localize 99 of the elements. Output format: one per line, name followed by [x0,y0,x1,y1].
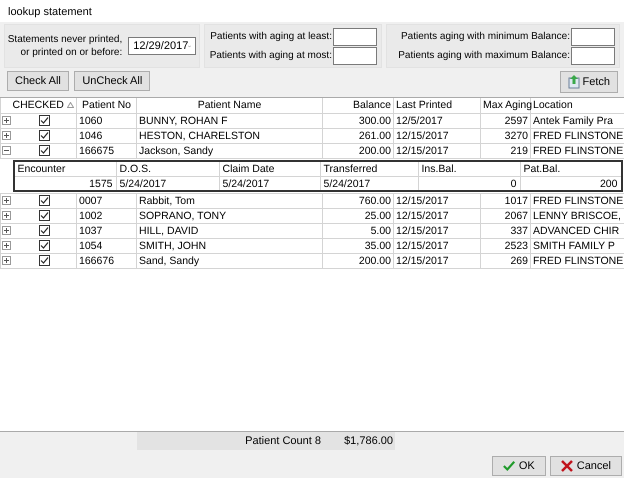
column-header[interactable]: CHECKED [12,99,64,112]
column-header[interactable]: Patient Name [136,98,322,113]
field-label: Patients aging with minimum Balance: [401,30,570,44]
expand-icon[interactable] [2,256,11,266]
table-cell: 12/15/2017 [394,208,480,223]
table-cell: Rabbit, Tom [136,193,322,208]
table-cell: HESTON, CHARELSTON [136,128,322,143]
table-cell: 1002 [76,208,136,223]
table-cell: 1575 [14,176,116,190]
cancel-button[interactable]: Cancel [550,456,622,476]
checked-checkbox[interactable] [38,145,50,156]
table-cell: 5/24/2017 [320,176,418,190]
table-cell: 12/15/2017 [394,143,480,158]
column-header: Pat.Bal. [520,162,620,176]
table-cell: 1060 [76,113,136,128]
table-cell: Jackson, Sandy [136,143,322,158]
table-cell: 269 [480,253,530,268]
table-cell: 12/15/2017 [394,223,480,238]
checkmark-icon [502,460,515,472]
table-cell: 12/15/2017 [394,193,480,208]
column-header[interactable]: Location [530,98,624,113]
column-header[interactable]: Balance [322,98,394,113]
input-field[interactable] [333,28,377,46]
checked-checkbox[interactable] [38,255,50,266]
column-header[interactable]: Last Printed [394,98,480,113]
expand-icon[interactable] [2,226,11,236]
table-cell: 166675 [76,143,136,158]
column-header: D.O.S. [116,162,218,176]
input-field[interactable] [571,46,615,64]
table-cell: 166676 [76,253,136,268]
column-header: Ins.Bal. [418,162,520,176]
column-header: Encounter [16,162,66,176]
checked-checkbox[interactable] [38,195,50,206]
ok-button[interactable]: OK [492,456,546,476]
table-cell: Antek Family Pra [530,113,624,128]
expand-icon[interactable] [2,131,11,140]
table-cell: 12/15/2017 [394,253,480,268]
table-cell: 300.00 [322,113,394,128]
date-picker[interactable]: 12/29/2017 [128,37,196,55]
table-cell: SMITH, JOHN [136,238,322,253]
checked-checkbox[interactable] [38,210,50,222]
table-cell: 5/24/2017 [116,176,218,190]
column-header[interactable]: Patient No [76,98,136,113]
table-cell: 200.00 [322,143,394,158]
table-cell: 12/15/2017 [394,238,480,253]
date-label: or printed on or before: [20,46,122,59]
checked-checkbox[interactable] [38,115,50,126]
window-title: lookup statement [8,6,92,18]
table-cell: 337 [480,223,530,238]
table-cell: 2067 [480,208,530,223]
table-cell: 200.00 [322,253,394,268]
fetch-button[interactable]: Fetch [560,71,618,93]
sort-triangle-icon [66,102,74,108]
total-balance: $1,786.00 [323,432,395,450]
expand-icon[interactable] [2,241,11,250]
patient-count: Patient Count 8 [137,432,323,450]
table-cell: SOPRANO, TONY [136,208,322,223]
table-cell: 25.00 [322,208,394,223]
expand-icon[interactable] [2,196,11,206]
table-cell: 2523 [480,238,530,253]
table-cell: 5.00 [322,223,394,238]
close-icon [560,460,573,472]
column-header: Transferred [320,162,418,176]
table-cell: BUNNY, ROHAN F [136,113,322,128]
field-label: Patients with aging at least: [210,30,332,44]
table-cell: 1046 [76,128,136,143]
input-field[interactable] [571,28,615,46]
table-cell: 5/24/2017 [218,176,320,190]
table-cell: 3270 [480,128,530,143]
table-cell: 0 [418,176,520,190]
table-cell: 760.00 [322,193,394,208]
checked-checkbox[interactable] [38,240,50,252]
column-header: Claim Date [218,162,320,176]
collapse-icon[interactable] [2,146,11,156]
input-field[interactable] [333,46,377,64]
table-cell: 1017 [480,193,530,208]
table-cell: 219 [480,143,530,158]
expand-icon[interactable] [2,211,11,220]
column-header[interactable]: Max Aging [480,98,530,113]
table-cell: 1054 [76,238,136,253]
table-cell: 12/15/2017 [394,128,480,143]
expand-icon[interactable] [2,116,11,126]
date-label: Statements never printed, [8,33,122,46]
table-cell: 261.00 [322,128,394,143]
checked-checkbox[interactable] [38,130,50,142]
uncheck-all-button[interactable]: UnCheck All [74,71,150,91]
table-cell: 35.00 [322,238,394,253]
table-cell: 200 [520,176,620,190]
table-cell: 12/5/2017 [394,113,480,128]
field-label: Patients aging with maximum Balance: [398,49,570,63]
field-label: Patients with aging at most: [210,49,332,63]
table-cell: 1037 [76,223,136,238]
check-all-button[interactable]: Check All [7,71,69,91]
checked-checkbox[interactable] [38,225,50,236]
table-cell: FRED FLINSTONE [530,193,624,208]
table-cell: Sand, Sandy [136,253,322,268]
table-cell: 0007 [76,193,136,208]
table-cell: 2597 [480,113,530,128]
table-cell: HILL, DAVID [136,223,322,238]
